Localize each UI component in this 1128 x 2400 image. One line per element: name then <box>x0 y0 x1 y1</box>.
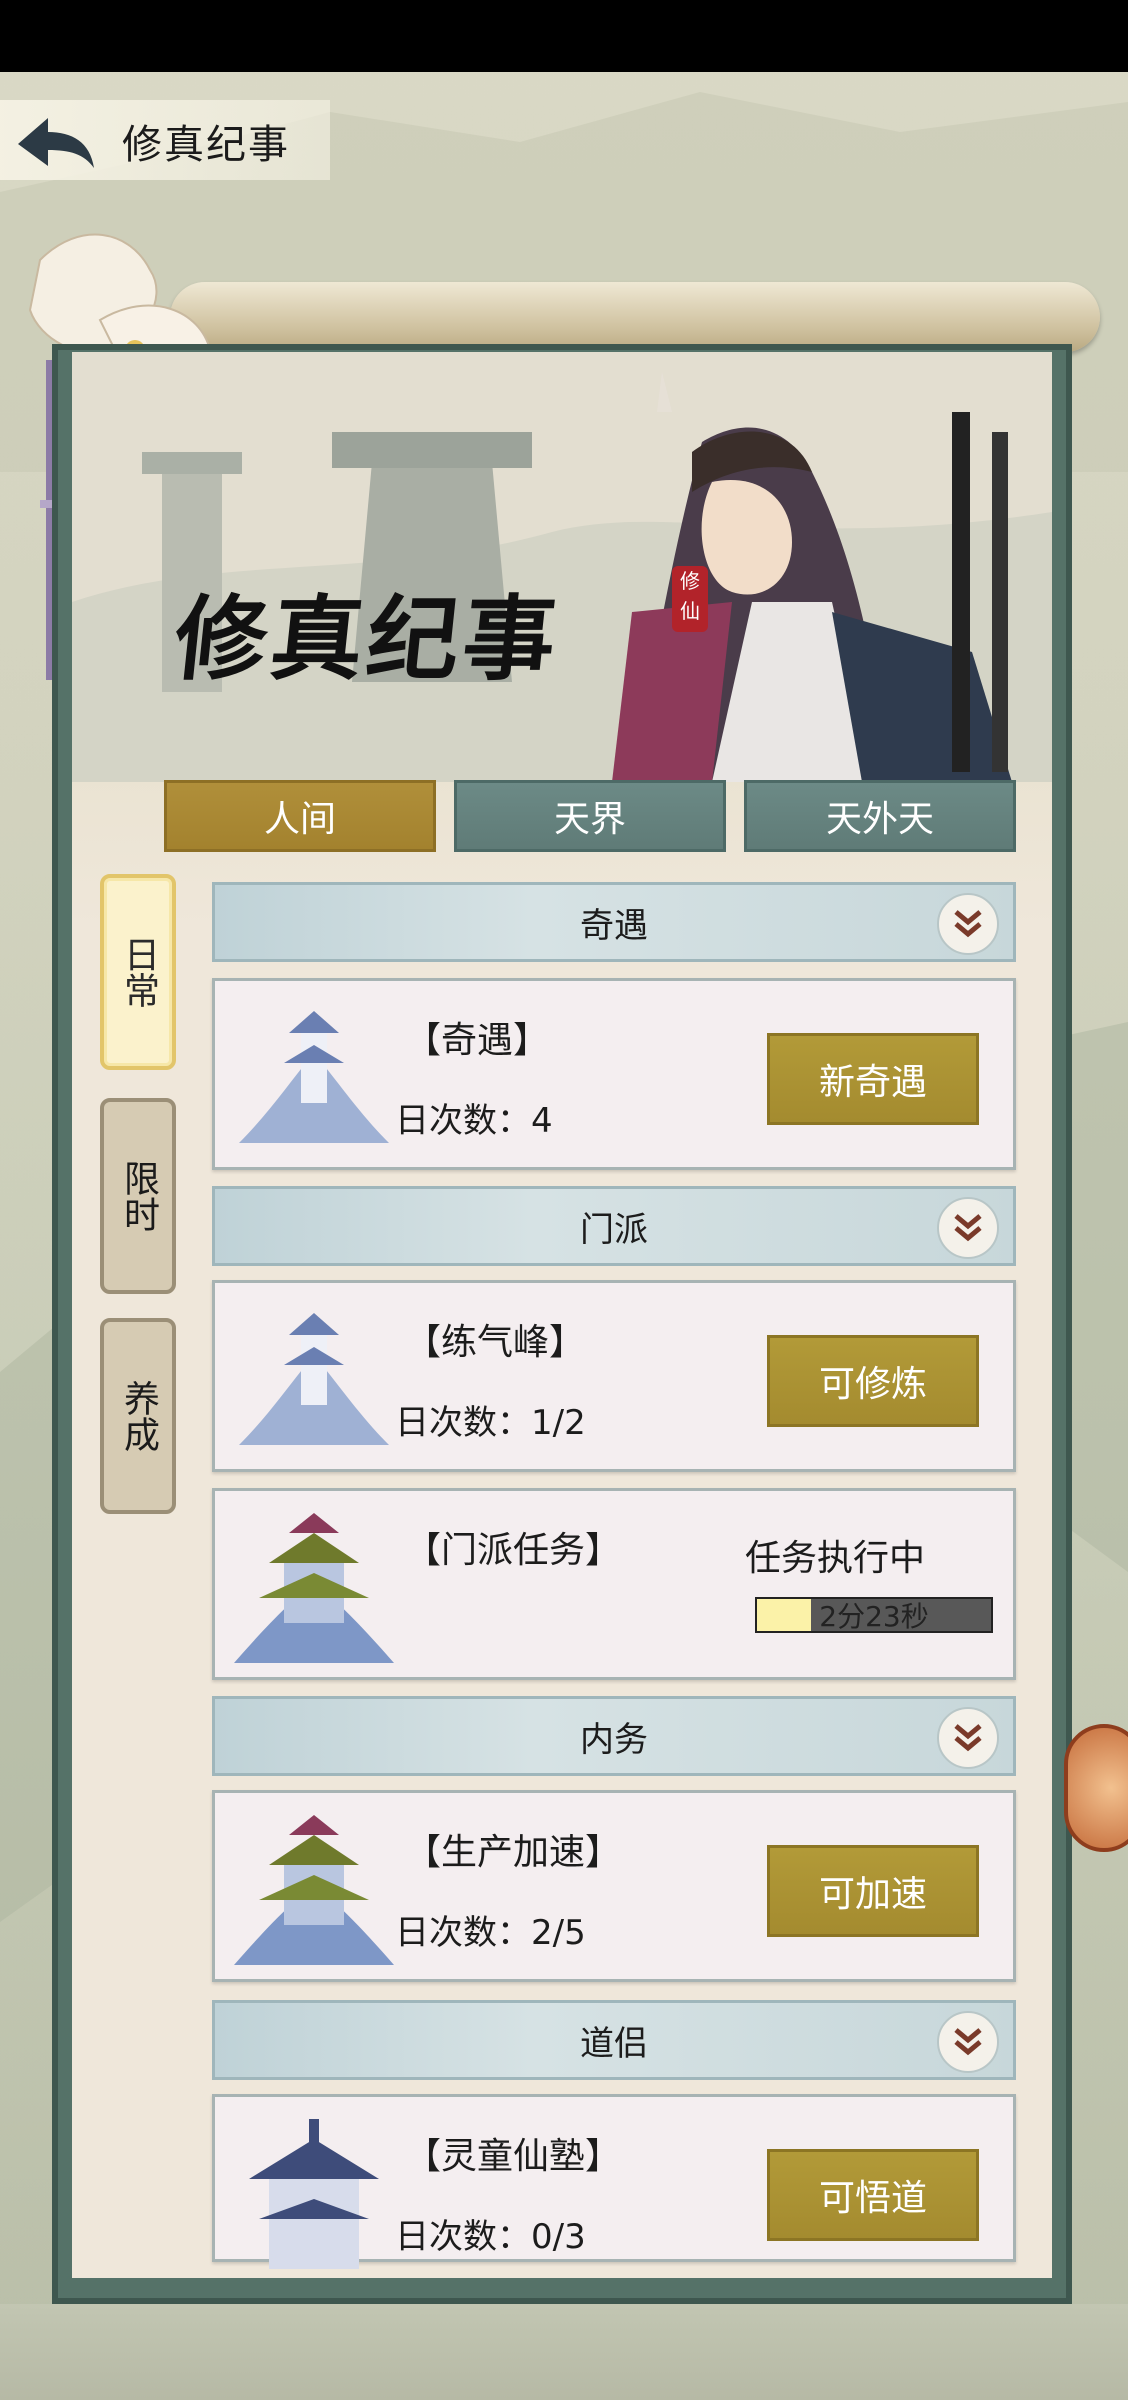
pagoda-icon <box>239 1313 389 1445</box>
card-sect-task: 【门派任务】 任务执行中 2分23秒 <box>212 1488 1016 1680</box>
card-lingtong-academy: 【灵童仙塾】 日次数：0/3 可悟道 <box>212 2094 1016 2269</box>
seal-stamp: 修仙 <box>672 566 708 632</box>
pagoda-icon <box>239 1011 389 1143</box>
daily-count: 日次数：2/5 <box>395 1913 586 1953</box>
card-title: 【练气峰】 <box>405 1322 586 1363</box>
card-title: 【生产加速】 <box>405 1832 622 1873</box>
chevron-down-icon[interactable] <box>937 893 999 955</box>
pavilion-icon <box>249 2119 379 2269</box>
side-tab-limited[interactable]: 限时 <box>100 1098 176 1294</box>
tab-tianwaitian[interactable]: 天外天 <box>744 780 1016 852</box>
treasure-chest-icon[interactable] <box>1064 1724 1128 1852</box>
section-title: 门派 <box>580 1209 648 1250</box>
card-lianqifeng: 【练气峰】 日次数：1/2 可修炼 <box>212 1280 1016 1472</box>
side-tab-label: 养成 <box>118 1380 159 1452</box>
section-header-neiwu[interactable]: 内务 <box>212 1696 1016 1776</box>
back-arrow-icon <box>18 118 94 168</box>
chevron-down-icon[interactable] <box>937 2011 999 2073</box>
banner-title: 修真纪事 <box>169 585 565 693</box>
bottom-landscape <box>0 2304 1128 2400</box>
temple-icon <box>234 1815 394 1965</box>
chevron-down-icon[interactable] <box>937 1707 999 1769</box>
daily-count: 日次数：1/2 <box>395 1403 586 1443</box>
chevron-down-icon[interactable] <box>937 1197 999 1259</box>
section-header-menpai[interactable]: 门派 <box>212 1186 1016 1266</box>
card-title: 【门派任务】 <box>405 1530 622 1571</box>
daily-count: 日次数：0/3 <box>395 2217 586 2257</box>
section-header-daolv[interactable]: 道侣 <box>212 2000 1016 2080</box>
task-status: 任务执行中 <box>745 1538 926 1579</box>
back-button[interactable] <box>10 108 100 180</box>
side-tab-label: 日常 <box>118 936 159 1008</box>
cultivate-button[interactable]: 可修炼 <box>767 1335 979 1427</box>
side-tab-daily[interactable]: 日常 <box>100 874 176 1070</box>
speedup-button[interactable]: 可加速 <box>767 1845 979 1937</box>
section-title: 奇遇 <box>580 905 648 946</box>
card-qiyu: 【奇遇】 日次数：4 新奇遇 <box>212 978 1016 1170</box>
scroll-rod <box>170 282 1100 352</box>
task-progress-bar: 2分23秒 <box>755 1597 993 1633</box>
daily-count: 日次数：4 <box>395 1101 553 1141</box>
tab-tianjie[interactable]: 天界 <box>454 780 726 852</box>
task-timer: 2分23秒 <box>819 1600 929 1633</box>
status-bar <box>0 0 1128 72</box>
card-production-speedup: 【生产加速】 日次数：2/5 可加速 <box>212 1790 1016 1982</box>
side-tab-cultivate[interactable]: 养成 <box>100 1318 176 1514</box>
tab-renjian[interactable]: 人间 <box>164 780 436 852</box>
enlighten-button[interactable]: 可悟道 <box>767 2149 979 2241</box>
section-title: 内务 <box>580 1719 648 1760</box>
side-tab-label: 限时 <box>118 1160 159 1232</box>
temple-icon <box>234 1513 394 1663</box>
section-title: 道侣 <box>580 2023 648 2064</box>
page-title: 修真纪事 <box>122 122 290 168</box>
new-encounter-button[interactable]: 新奇遇 <box>767 1033 979 1125</box>
card-title: 【奇遇】 <box>405 1020 550 1061</box>
section-header-qiyu[interactable]: 奇遇 <box>212 882 1016 962</box>
card-title: 【灵童仙塾】 <box>405 2136 622 2177</box>
